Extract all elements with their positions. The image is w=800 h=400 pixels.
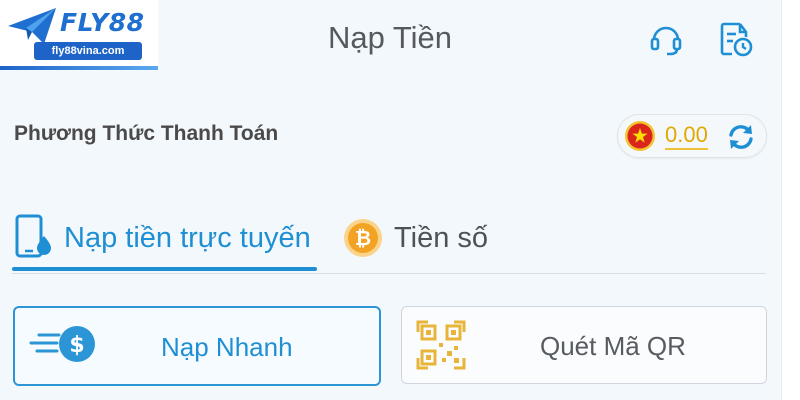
logo-underline	[0, 66, 158, 70]
vietnam-flag-icon	[625, 121, 655, 151]
brand-logo[interactable]: FLY88 fly88vina.com	[0, 0, 158, 70]
scroll-edge	[781, 0, 800, 400]
brand-domain: fly88vina.com	[34, 42, 142, 60]
qr-scan-label: Quét Mã QR	[540, 331, 686, 361]
brand-name: FLY88	[60, 8, 145, 37]
paper-plane-logo-icon	[8, 8, 56, 44]
tab-crypto-label: Tiền số	[394, 222, 489, 254]
fast-deposit-button[interactable]: $ Nạp Nhanh	[13, 306, 381, 386]
fast-dollar-icon: $	[29, 326, 95, 362]
svg-text:₿: ₿	[355, 226, 371, 250]
transaction-history-icon[interactable]	[716, 20, 754, 58]
active-tab-indicator	[12, 267, 317, 271]
svg-text:$: $	[69, 333, 84, 358]
refresh-balance-icon[interactable]	[726, 122, 756, 152]
bitcoin-icon: ₿	[344, 219, 382, 257]
page-title: Nạp Tiền	[327, 20, 453, 55]
tab-online-label: Nạp tiền trực tuyến	[64, 222, 311, 254]
deposit-screen: FLY88 fly88vina.com Nạp Tiền Phương Thức…	[0, 0, 800, 400]
headset-support-icon[interactable]	[647, 20, 685, 58]
balance-amount: 0.00	[665, 123, 708, 150]
wallet-balance: 0.00	[617, 114, 767, 158]
qr-scan-button[interactable]: Quét Mã QR	[401, 306, 767, 384]
mobile-deposit-icon	[15, 214, 51, 258]
payment-method-heading: Phương Thức Thanh Toán	[14, 122, 279, 145]
tab-crypto-deposit[interactable]: ₿ Tiền số	[340, 208, 540, 268]
tab-online-deposit[interactable]: Nạp tiền trực tuyến	[12, 208, 317, 268]
fast-deposit-label: Nạp Nhanh	[161, 332, 293, 362]
tabs-divider	[12, 273, 766, 274]
qr-code-icon	[416, 320, 466, 370]
